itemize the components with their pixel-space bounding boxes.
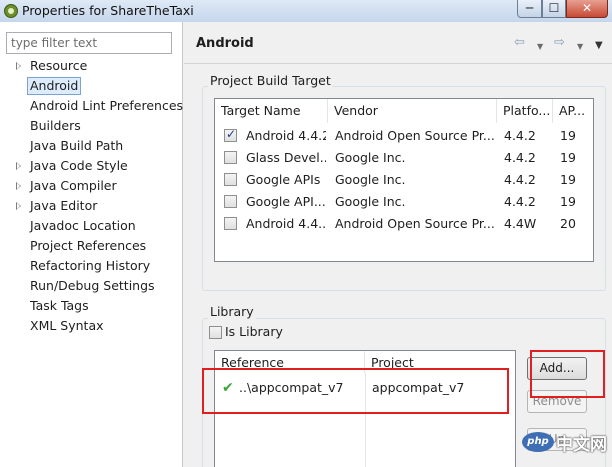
target-name-cell: Google APIs (246, 172, 321, 187)
vendor-cell: Google Inc. (335, 194, 406, 209)
tree-item-builders[interactable]: Builders (28, 117, 83, 135)
api-cell: 19 (560, 150, 576, 165)
tree-item-label: Resource (30, 58, 88, 73)
expand-arrow-icon[interactable] (16, 162, 21, 170)
vendor-cell: Android Open Source Pr... (335, 216, 495, 231)
tree-item-label: Java Code Style (30, 158, 128, 173)
platform-cell: 4.4.2 (504, 150, 536, 165)
tree-item-label: Android (30, 78, 79, 93)
tree-item-javadoc-location[interactable]: Javadoc Location (28, 217, 138, 235)
build-target-group-label: Project Build Target (208, 73, 333, 88)
eclipse-app-icon (4, 4, 18, 18)
forward-menu-icon[interactable]: ▼ (577, 40, 583, 54)
tree-item-run-debug-settings[interactable]: Run/Debug Settings (28, 277, 157, 295)
tree-item-java-editor[interactable]: Java Editor (16, 197, 99, 215)
watermark-text: 中文网 (556, 435, 607, 455)
site-watermark: php 中文网 (520, 428, 612, 467)
build-target-table[interactable]: Target Name Vendor Platfo... AP... Andro… (214, 98, 594, 262)
target-name-cell: Glass Devel... (246, 150, 326, 165)
tree-item-label: Run/Debug Settings (30, 278, 155, 293)
target-name-cell: Google API... (246, 194, 326, 209)
tree-item-refactoring-history[interactable]: Refactoring History (28, 257, 152, 275)
vendor-cell: Google Inc. (335, 172, 406, 187)
back-arrow-icon[interactable]: ⇦ (514, 36, 525, 50)
column-header-platform[interactable]: Platfo... (497, 99, 553, 123)
tree-item-label: Builders (30, 118, 81, 133)
back-menu-icon[interactable]: ▼ (537, 40, 543, 54)
tree-item-task-tags[interactable]: Task Tags (28, 297, 91, 315)
column-header-api[interactable]: AP... (553, 99, 593, 123)
platform-cell: 4.4.2 (504, 172, 536, 187)
header-separator (184, 63, 612, 64)
vendor-cell: Google Inc. (335, 150, 406, 165)
api-cell: 19 (560, 128, 576, 143)
target-checkbox[interactable] (224, 127, 237, 142)
vendor-cell: Android Open Source Pr... (335, 128, 495, 143)
platform-cell: 4.4.2 (504, 128, 536, 143)
highlight-add-button (530, 350, 605, 398)
target-name-cell: Android 4.4... (246, 216, 326, 231)
tree-item-android-lint[interactable]: Android Lint Preferences (28, 97, 185, 115)
column-header-vendor[interactable]: Vendor (328, 99, 497, 123)
view-menu-icon[interactable]: ▼ (595, 39, 603, 53)
tree-item-resource[interactable]: Resource (16, 57, 89, 75)
api-cell: 19 (560, 172, 576, 187)
filter-input[interactable] (6, 32, 172, 54)
tree-item-label: Java Build Path (30, 138, 124, 153)
close-button[interactable]: ✕ (566, 0, 608, 18)
tree-item-label: Android Lint Preferences (30, 98, 184, 113)
preference-tree-panel: Resource Android Android Lint Preference… (0, 22, 183, 467)
highlight-reference-row (202, 368, 509, 414)
is-library-label[interactable]: Is Library (225, 321, 305, 343)
minimize-button[interactable]: ─ (517, 0, 542, 18)
tree-item-label: Java Editor (30, 198, 98, 213)
api-cell: 19 (560, 194, 576, 209)
tree-item-java-code-style[interactable]: Java Code Style (16, 157, 130, 175)
forward-arrow-icon[interactable]: ⇨ (554, 36, 565, 50)
tree-item-java-build-path[interactable]: Java Build Path (28, 137, 125, 155)
target-checkbox[interactable] (224, 195, 237, 208)
maximize-button[interactable]: ☐ (542, 0, 566, 18)
target-checkbox[interactable] (224, 217, 237, 230)
column-header-target-name[interactable]: Target Name (215, 99, 328, 123)
window-title: Properties for ShareTheTaxi (22, 3, 194, 18)
title-bar[interactable]: Properties for ShareTheTaxi ─ ☐ ✕ (0, 0, 612, 22)
android-properties-page: Android ⇦ ▼ ⇨ ▼ ▼ Project Build Target T… (184, 22, 612, 467)
tree-item-xml-syntax[interactable]: XML Syntax (28, 317, 106, 335)
tree-item-android[interactable]: Android (27, 77, 82, 95)
target-checkbox[interactable] (224, 151, 237, 164)
tree-item-label: XML Syntax (30, 318, 104, 333)
tree-item-label: Javadoc Location (30, 218, 136, 233)
library-group-label: Library (208, 304, 256, 319)
target-checkbox[interactable] (224, 173, 237, 186)
dialog-body: Resource Android Android Lint Preference… (0, 22, 612, 467)
tree-item-label: Task Tags (30, 298, 89, 313)
tree-item-label: Java Compiler (30, 178, 117, 193)
page-title: Android (196, 36, 254, 51)
tree-item-java-compiler[interactable]: Java Compiler (16, 177, 119, 195)
platform-cell: 4.4W (504, 216, 537, 231)
expand-arrow-icon[interactable] (16, 202, 21, 210)
tree-item-project-references[interactable]: Project References (28, 237, 148, 255)
expand-arrow-icon[interactable] (16, 62, 21, 70)
php-logo: php (522, 432, 554, 452)
tree-item-label: Project References (30, 238, 147, 253)
target-name-cell: Android 4.4.2 (246, 128, 326, 143)
api-cell: 20 (560, 216, 576, 231)
tree-item-label: Refactoring History (30, 258, 151, 273)
is-library-checkbox[interactable] (209, 326, 222, 339)
platform-cell: 4.4.2 (504, 194, 536, 209)
expand-arrow-icon[interactable] (16, 182, 21, 190)
